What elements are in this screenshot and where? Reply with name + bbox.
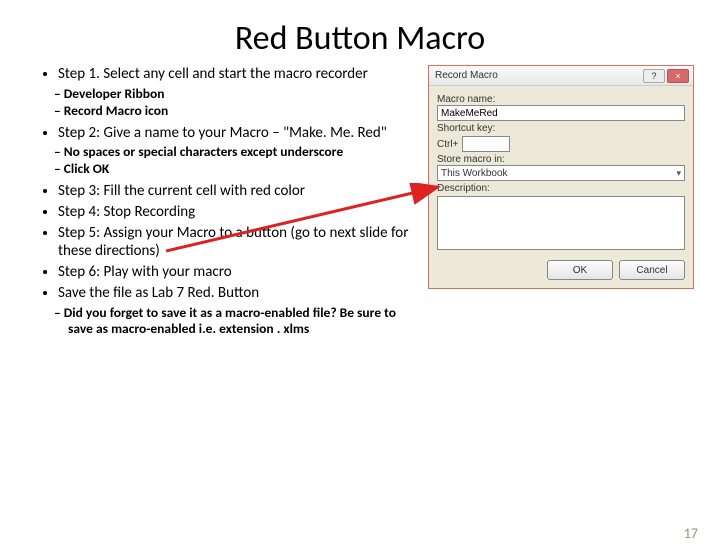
step-1-sub-b: Record Macro icon	[68, 103, 416, 120]
step-1-sub-a: Developer Ribbon	[68, 86, 416, 103]
slide-title: Red Button Macro	[0, 18, 720, 59]
store-label: Store macro in:	[437, 154, 685, 165]
step-2-sub-a: No spaces or special characters except u…	[68, 144, 416, 161]
close-button[interactable]: ×	[667, 69, 689, 83]
store-select[interactable]: This Workbook ▾	[437, 165, 685, 181]
step-2-sub-b: Click OK	[68, 161, 416, 178]
step-3: Step 3: Fill the current cell with red c…	[58, 182, 416, 201]
shortcut-label: Shortcut key:	[437, 123, 685, 134]
step-7: Save the file as Lab 7 Red. Button	[58, 284, 416, 303]
description-input[interactable]	[437, 196, 685, 250]
shortcut-input[interactable]	[462, 136, 510, 152]
description-label: Description:	[437, 183, 685, 194]
cancel-button[interactable]: Cancel	[619, 260, 685, 280]
step-7-sub-a: Did you forget to save it as a macro-ena…	[68, 305, 416, 339]
step-1: Step 1. Select any cell and start the ma…	[58, 65, 416, 84]
chevron-down-icon: ▾	[676, 168, 681, 179]
shortcut-prefix: Ctrl+	[437, 139, 458, 150]
macro-name-input[interactable]	[437, 105, 685, 121]
record-macro-dialog: Record Macro ? × Macro name: Shortcut ke…	[428, 65, 694, 289]
step-6: Step 6: Play with your macro	[58, 263, 416, 282]
macro-name-label: Macro name:	[437, 94, 685, 105]
step-2: Step 2: Give a name to your Macro – "Mak…	[58, 124, 416, 143]
dialog-titlebar: Record Macro ? ×	[429, 66, 693, 86]
help-button[interactable]: ?	[643, 69, 665, 83]
dialog-title: Record Macro	[435, 70, 641, 81]
step-4: Step 4: Stop Recording	[58, 203, 416, 222]
steps-column: Step 1. Select any cell and start the ma…	[40, 65, 416, 342]
ok-button[interactable]: OK	[547, 260, 613, 280]
dialog-column: Record Macro ? × Macro name: Shortcut ke…	[428, 65, 694, 342]
page-number: 17	[684, 525, 698, 542]
slide-body: Step 1. Select any cell and start the ma…	[0, 65, 720, 342]
store-value: This Workbook	[441, 168, 508, 179]
step-5: Step 5: Assign your Macro to a button (g…	[58, 224, 416, 262]
